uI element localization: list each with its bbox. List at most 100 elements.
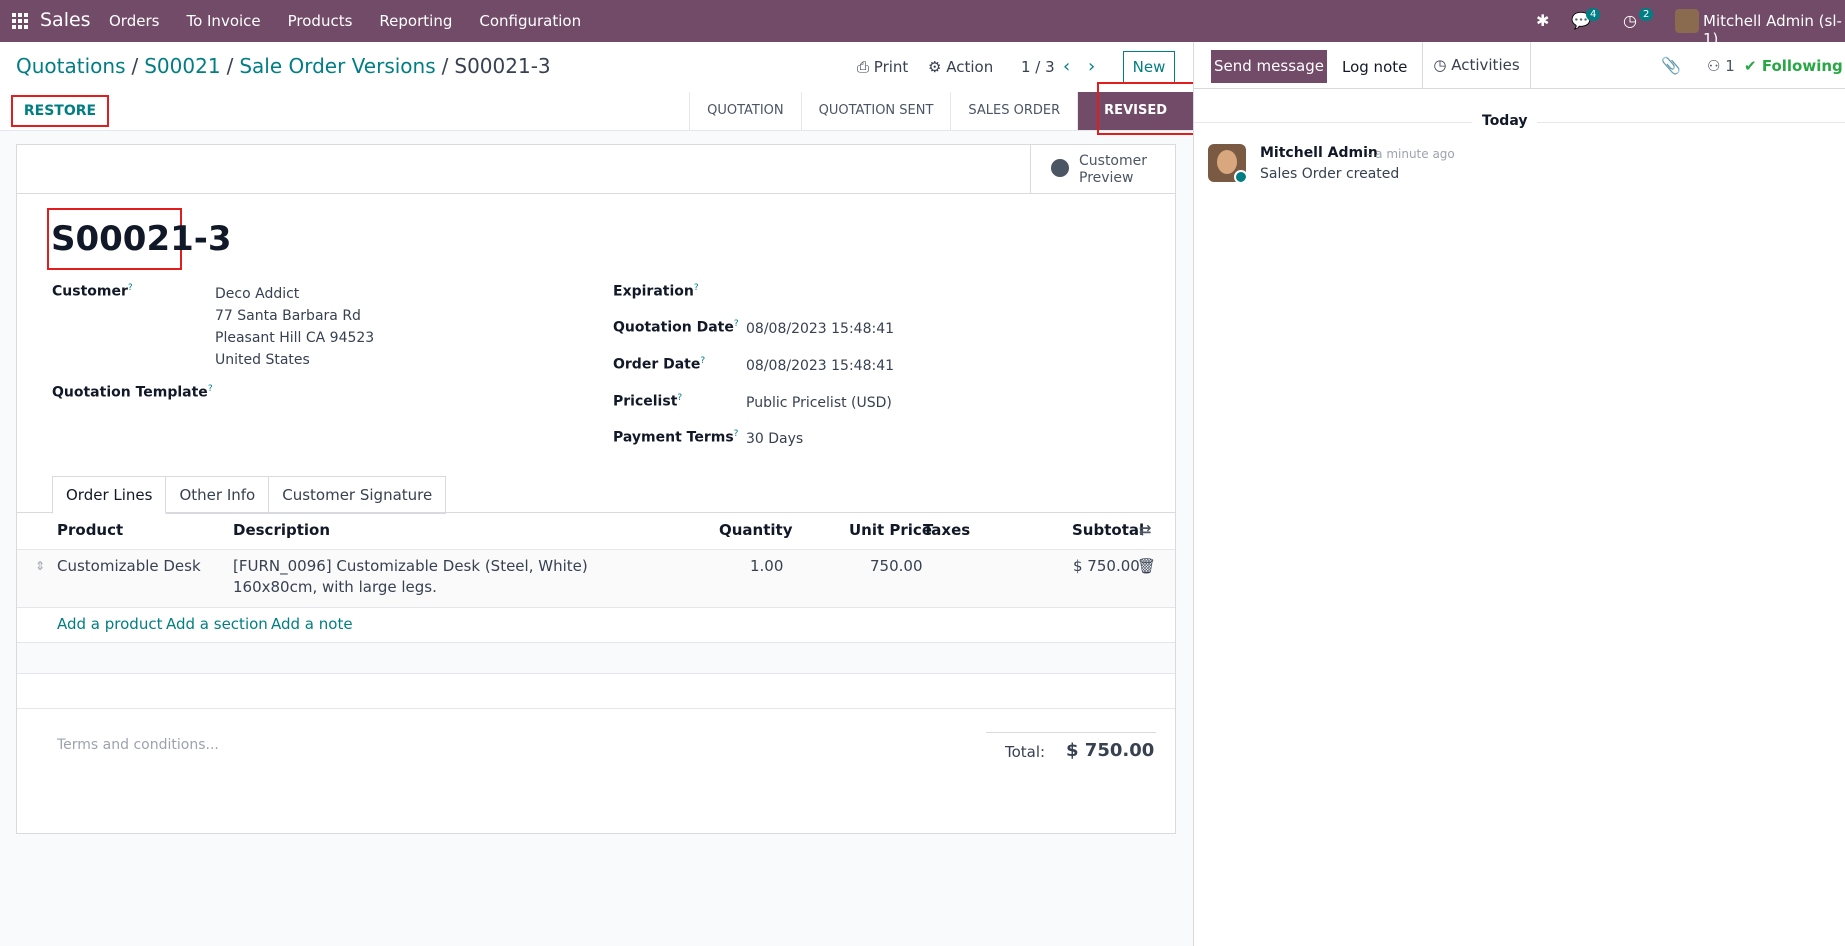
line-quantity[interactable]: 1.00: [750, 557, 783, 575]
menu-configuration[interactable]: Configuration: [479, 12, 581, 30]
col-product[interactable]: Product: [57, 521, 123, 539]
col-quantity[interactable]: Quantity: [719, 521, 793, 539]
quotation-date-field[interactable]: 08/08/2023 15:48:41: [746, 321, 894, 337]
restore-button[interactable]: RESTORE: [11, 95, 109, 127]
button-box: Customer Preview: [17, 145, 1175, 194]
line-product[interactable]: Customizable Desk: [57, 557, 201, 575]
chatter-divider: [1194, 88, 1845, 89]
breadcrumb-s00021[interactable]: S00021: [144, 54, 220, 78]
app-brand[interactable]: Sales: [40, 9, 91, 31]
menu-orders[interactable]: Orders: [109, 12, 159, 30]
person-icon: ⚇: [1707, 57, 1721, 75]
breadcrumb-sale-order-versions[interactable]: Sale Order Versions: [239, 54, 435, 78]
col-unit-price[interactable]: Unit Price: [849, 521, 932, 539]
payment-terms-field[interactable]: 30 Days: [746, 431, 803, 447]
customer-preview-button[interactable]: Customer Preview: [1030, 145, 1175, 193]
quotation-date-label: Quotation Date?: [613, 319, 739, 336]
check-icon: ✔: [1744, 57, 1757, 75]
col-subtotal[interactable]: Subtotal: [1072, 521, 1144, 539]
main-menu: Orders To Invoice Products Reporting Con…: [109, 12, 608, 30]
breadcrumb-current: S00021-3: [454, 54, 551, 78]
total-value: $ 750.00: [1066, 740, 1155, 761]
pricelist-label: Pricelist?: [613, 393, 683, 410]
following-button[interactable]: ✔ Following: [1744, 57, 1843, 75]
drag-handle-icon[interactable]: ⇕: [35, 559, 45, 573]
pager-next-icon[interactable]: ›: [1088, 56, 1095, 77]
send-message-button[interactable]: Send message: [1211, 50, 1327, 83]
table-row[interactable]: ⇕ Customizable Desk [FURN_0096] Customiz…: [17, 549, 1175, 608]
online-status-icon: [1234, 170, 1246, 182]
print-button[interactable]: ⎙ Print: [857, 58, 908, 76]
followers-button[interactable]: ⚇ 1: [1707, 57, 1735, 75]
chatter-panel: Send message Log note ◷ Activities 📎 ⚇ 1…: [1193, 42, 1845, 946]
form-sheet: Customer Preview S00021-3 Customer? Deco…: [16, 144, 1176, 834]
message-time: - a minute ago: [1367, 147, 1455, 161]
stage-revised[interactable]: REVISED: [1077, 92, 1193, 130]
stage-quotation-sent[interactable]: QUOTATION SENT: [800, 92, 951, 130]
line-unit-price[interactable]: 750.00: [870, 557, 923, 575]
log-note-button[interactable]: Log note: [1342, 58, 1407, 76]
bug-icon[interactable]: ✱: [1536, 11, 1549, 30]
tab-order-lines[interactable]: Order Lines: [52, 476, 167, 514]
line-description-2[interactable]: 160x80cm, with large legs.: [233, 578, 437, 596]
record-title: S00021-3: [51, 219, 232, 259]
customer-street: 77 Santa Barbara Rd: [215, 308, 361, 324]
status-bar: RESTORE QUOTATION QUOTATION SENT SALES O…: [0, 92, 1193, 131]
clock-icon: ◷: [1433, 56, 1447, 74]
total-label: Total:: [1005, 743, 1046, 761]
pager-previous-icon[interactable]: ‹: [1063, 56, 1070, 77]
col-description[interactable]: Description: [233, 521, 330, 539]
divider: [17, 673, 1175, 674]
tab-customer-signature[interactable]: Customer Signature: [269, 476, 447, 514]
paperclip-icon[interactable]: 📎: [1661, 56, 1681, 75]
globe-icon: [1051, 159, 1069, 177]
col-taxes[interactable]: Taxes: [923, 521, 970, 539]
line-description[interactable]: [FURN_0096] Customizable Desk (Steel, Wh…: [233, 557, 588, 575]
activities-badge: 2: [1639, 8, 1654, 21]
date-separator: Today: [1472, 113, 1538, 129]
messages-badge: 4: [1586, 8, 1601, 21]
add-section-link[interactable]: Add a section: [166, 615, 268, 633]
top-navbar: Sales Orders To Invoice Products Reporti…: [0, 0, 1845, 48]
add-product-link[interactable]: Add a product: [57, 615, 162, 633]
empty-row: [17, 643, 1175, 673]
pricelist-field[interactable]: Public Pricelist (USD): [746, 395, 892, 411]
menu-to-invoice[interactable]: To Invoice: [186, 12, 260, 30]
line-subtotal: $ 750.00: [1073, 557, 1140, 575]
customer-address[interactable]: Deco Addict 77 Santa Barbara Rd Pleasant…: [215, 283, 374, 371]
divider: [17, 708, 1175, 709]
new-button[interactable]: New: [1123, 51, 1175, 83]
stage-quotation[interactable]: QUOTATION: [689, 92, 801, 130]
message-body: Sales Order created: [1260, 166, 1400, 182]
activities-clock-icon[interactable]: ◷: [1623, 11, 1637, 30]
gear-icon: ⚙: [928, 58, 942, 76]
trash-icon[interactable]: 🗑: [1137, 557, 1156, 575]
print-icon: ⎙: [857, 58, 870, 76]
breadcrumb: Quotations / S00021/Sale Order Versions / S0…: [16, 54, 551, 78]
action-button[interactable]: ⚙ Action: [928, 58, 993, 76]
quotation-template-label: Quotation Template?: [52, 384, 213, 401]
breadcrumb-quotations[interactable]: Quotations: [16, 54, 125, 78]
add-note-link[interactable]: Add a note: [271, 615, 353, 633]
activities-button[interactable]: ◷ Activities: [1422, 42, 1531, 88]
customer-country: United States: [215, 352, 310, 368]
tab-other-info[interactable]: Other Info: [166, 476, 270, 514]
expiration-label: Expiration?: [613, 283, 699, 300]
menu-reporting[interactable]: Reporting: [379, 12, 452, 30]
apps-grid-icon[interactable]: [12, 13, 28, 29]
menu-products[interactable]: Products: [288, 12, 353, 30]
message-author[interactable]: Mitchell Admin: [1260, 145, 1378, 161]
customer-city: Pleasant Hill CA 94523: [215, 330, 375, 346]
stage-pipeline: QUOTATION QUOTATION SENT SALES ORDER REV…: [689, 92, 1193, 130]
stage-sales-order[interactable]: SALES ORDER: [950, 92, 1077, 130]
avatar[interactable]: [1208, 144, 1246, 182]
user-avatar[interactable]: [1675, 9, 1699, 33]
customer-name: Deco Addict: [215, 286, 300, 302]
payment-terms-label: Payment Terms?: [613, 429, 739, 446]
terms-field[interactable]: Terms and conditions...: [57, 737, 219, 753]
control-panel: Quotations / S00021/Sale Order Versions / S0…: [0, 42, 1193, 93]
order-date-label: Order Date?: [613, 356, 706, 373]
pager-value[interactable]: 1 / 3: [1021, 58, 1055, 76]
order-date-field[interactable]: 08/08/2023 15:48:41: [746, 358, 894, 374]
optional-columns-icon[interactable]: ⇄: [1139, 521, 1152, 539]
